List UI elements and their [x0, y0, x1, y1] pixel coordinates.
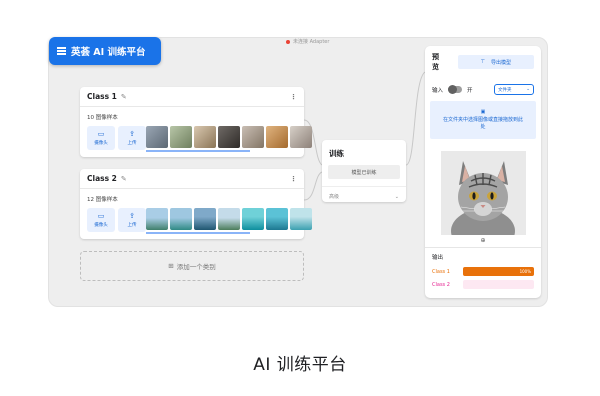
app-title-bar[interactable]: 英荟 AI 训练平台	[49, 37, 161, 65]
menu-icon[interactable]	[57, 46, 66, 57]
input-source-select[interactable]: 文件夹 ⌄	[494, 84, 534, 95]
cat-thumbnail[interactable]	[194, 126, 216, 148]
upload-button[interactable]: ⇪ 上传	[118, 126, 146, 150]
advanced-toggle[interactable]: 高级 ⌄	[322, 186, 406, 200]
confidence-bar	[463, 280, 534, 289]
status-dot-icon	[286, 39, 290, 44]
sample-thumbnails	[146, 208, 312, 230]
input-source-value: 文件夹	[498, 87, 512, 93]
edit-icon[interactable]: ✎	[121, 93, 127, 101]
expand-arrow-icon[interactable]: ⊕	[425, 237, 541, 244]
more-vert-icon[interactable]: ⋮	[290, 93, 297, 101]
cat-thumbnail[interactable]	[242, 126, 264, 148]
cat-thumbnail[interactable]	[218, 126, 240, 148]
dropzone-text: 在文件夹中选择图像或直接拖放到此处	[443, 116, 524, 130]
class-card-1: Class 1 ✎ ⋮ 10 图像样本 ▭ 摄像头 ⇪ 上传	[80, 87, 312, 157]
upload-button[interactable]: ⇪ 上传	[118, 208, 146, 232]
output-row-class-1: Class 1 100%	[425, 265, 541, 278]
landscape-thumbnail[interactable]	[170, 208, 192, 230]
folder-upload-icon: ▣	[480, 108, 486, 115]
cat-thumbnail[interactable]	[170, 126, 192, 148]
cat-thumbnail[interactable]	[146, 126, 168, 148]
webcam-label: 摄像头	[94, 140, 108, 146]
training-panel: 训练 模型已训练 高级 ⌄	[322, 140, 406, 202]
advanced-label: 高级	[329, 194, 340, 200]
chevron-down-icon: ⌄	[394, 193, 399, 200]
landscape-thumbnail[interactable]	[266, 208, 288, 230]
preview-panel: 预览 ⊤ 导出模型 输入 开 文件夹 ⌄ ▣ 在文件夹中选择图像或直接拖放到此处	[425, 46, 541, 298]
class-card-2: Class 2 ✎ ⋮ 12 图像样本 ▭ 摄像头 ⇪ 上传	[80, 169, 312, 239]
page-caption: AI 训练平台	[253, 355, 347, 375]
landscape-thumbnail[interactable]	[146, 208, 168, 230]
webcam-icon: ▭	[97, 211, 105, 220]
cat-thumbnail[interactable]	[266, 126, 288, 148]
chevron-down-icon: ⌄	[526, 87, 530, 92]
landscape-thumbnail[interactable]	[218, 208, 240, 230]
confidence-percent: 100%	[519, 269, 531, 274]
webcam-label: 摄像头	[94, 222, 108, 228]
class-name[interactable]: Class 1	[87, 92, 117, 101]
file-dropzone[interactable]: ▣ 在文件夹中选择图像或直接拖放到此处	[430, 101, 536, 139]
sample-thumbnails	[146, 126, 312, 148]
adapter-status: 未连接 Adapter	[286, 38, 329, 45]
app-title: 英荟 AI 训练平台	[71, 47, 146, 58]
more-vert-icon[interactable]: ⋮	[290, 175, 297, 183]
upload-icon: ⇪	[129, 129, 135, 138]
webcam-icon: ▭	[97, 129, 105, 138]
export-model-button[interactable]: ⊤ 导出模型	[457, 55, 534, 69]
preview-title: 预览	[432, 53, 439, 71]
output-row-class-2: Class 2	[425, 278, 541, 291]
thumbnail-scroll-indicator[interactable]	[146, 150, 250, 152]
add-class-button[interactable]: ⊞ 添加一个类别	[80, 251, 304, 281]
upload-icon: ⇪	[129, 211, 135, 220]
webcam-button[interactable]: ▭ 摄像头	[87, 208, 115, 232]
landscape-thumbnail[interactable]	[290, 208, 312, 230]
webcam-button[interactable]: ▭ 摄像头	[87, 126, 115, 150]
input-toggle[interactable]	[448, 85, 463, 94]
thumbnail-scroll-indicator[interactable]	[146, 232, 250, 234]
sample-count: 12 图像样本	[87, 197, 118, 203]
training-title: 训练	[329, 149, 344, 158]
output-label: 输出	[432, 255, 444, 261]
toggle-state: 开	[467, 87, 473, 94]
landscape-thumbnail[interactable]	[242, 208, 264, 230]
class-name[interactable]: Class 2	[87, 174, 117, 183]
output-class-name: Class 1	[432, 268, 450, 275]
landscape-thumbnail[interactable]	[194, 208, 216, 230]
output-class-name: Class 2	[432, 281, 450, 288]
add-box-icon: ⊞	[168, 262, 174, 270]
sample-count: 10 图像样本	[87, 115, 118, 121]
confidence-bar: 100%	[463, 267, 534, 276]
upload-label: 上传	[127, 222, 137, 228]
export-label: 导出模型	[491, 59, 512, 66]
upload-label: 上传	[127, 140, 137, 146]
cat-thumbnail[interactable]	[290, 126, 312, 148]
input-label: 输入	[432, 87, 444, 94]
add-class-label: 添加一个类别	[176, 263, 216, 271]
edit-icon[interactable]: ✎	[121, 175, 127, 183]
train-model-button[interactable]: 模型已训练	[328, 165, 400, 179]
export-icon: ⊤	[480, 59, 486, 65]
adapter-status-text: 未连接 Adapter	[293, 39, 330, 45]
preview-image	[440, 151, 526, 235]
